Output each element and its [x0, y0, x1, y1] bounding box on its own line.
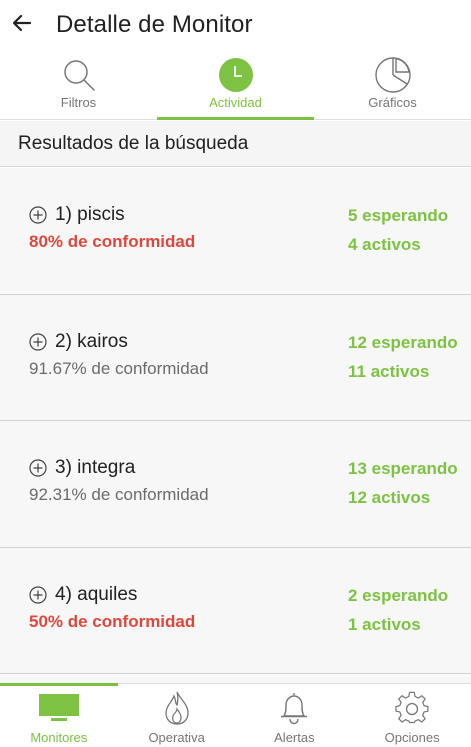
list-item[interactable]: 1) piscis 80% de conformidad 5 esperando…: [0, 168, 471, 295]
page-title: Detalle de Monitor: [56, 11, 253, 38]
results-title: Resultados de la búsqueda: [18, 132, 249, 154]
expand-plus-icon[interactable]: [29, 459, 47, 477]
active-count: 11 activos: [348, 361, 430, 381]
conformity-text: 80% de conformidad: [29, 232, 196, 251]
nav-label: Monitores: [30, 730, 88, 745]
tab-actividad[interactable]: Actividad: [157, 50, 314, 120]
bell-icon: [278, 690, 310, 726]
active-count: 1 activos: [348, 614, 421, 634]
app-header: Detalle de Monitor: [0, 0, 471, 50]
monitor-icon: [38, 690, 80, 726]
search-icon: [62, 56, 96, 94]
expand-plus-icon[interactable]: [29, 206, 47, 224]
tab-indicator: [157, 117, 314, 120]
arrow-left-icon: [10, 11, 34, 40]
monitor-name: 4) aquiles: [55, 583, 138, 605]
tab-filtros[interactable]: Filtros: [0, 50, 157, 120]
conformity-text: 50% de conformidad: [29, 611, 196, 631]
tab-indicator: [0, 117, 157, 120]
active-count: 4 activos: [348, 235, 421, 254]
results-header: Resultados de la búsqueda: [0, 121, 471, 167]
conformity-text: 91.67% de conformidad: [29, 358, 209, 378]
nav-operativa[interactable]: Operativa: [118, 684, 236, 747]
monitor-name: 2) kairos: [55, 330, 128, 352]
nav-indicator: [118, 683, 236, 686]
list-item[interactable]: 2) kairos 91.67% de conformidad 12 esper…: [0, 294, 471, 421]
waiting-count: 13 esperando: [348, 459, 458, 478]
waiting-count: 12 esperando: [348, 332, 458, 352]
tab-graficos[interactable]: Gráficos: [314, 50, 471, 120]
expand-plus-icon[interactable]: [29, 332, 47, 351]
tab-label: Filtros: [60, 95, 97, 110]
flame-icon: [164, 690, 190, 726]
list-item[interactable]: 4) aquiles 50% de conformidad 2 esperand…: [0, 547, 471, 674]
nav-label: Opciones: [384, 730, 440, 745]
tab-label: Gráficos: [368, 95, 417, 110]
conformity-text: 92.31% de conformidad: [29, 485, 209, 504]
pie-chart-icon: [374, 56, 412, 94]
list-item[interactable]: 3) integra 92.31% de conformidad 13 espe…: [0, 421, 471, 548]
monitor-name: 3) integra: [55, 457, 136, 478]
nav-monitores[interactable]: Monitores: [0, 683, 118, 747]
nav-indicator: [353, 683, 471, 686]
expand-plus-icon[interactable]: [29, 585, 47, 604]
nav-indicator: [0, 683, 118, 686]
results-list[interactable]: 1) piscis 80% de conformidad 5 esperando…: [0, 168, 471, 683]
monitor-name: 1) piscis: [55, 204, 125, 225]
active-count: 12 activos: [348, 488, 431, 507]
nav-alertas[interactable]: Alertas: [236, 684, 354, 747]
back-button[interactable]: [2, 5, 42, 45]
waiting-count: 5 esperando: [348, 206, 449, 225]
waiting-count: 2 esperando: [348, 585, 449, 605]
nav-label: Operativa: [148, 730, 205, 745]
nav-indicator: [236, 683, 354, 686]
nav-opciones[interactable]: Opciones: [353, 684, 471, 747]
tab-indicator: [314, 117, 471, 120]
nav-label: Alertas: [274, 730, 315, 745]
bottom-nav: Monitores Operativa Alertas Opciones: [0, 683, 471, 747]
clock-icon: [218, 56, 254, 94]
tab-label: Actividad: [209, 95, 262, 110]
gear-icon: [395, 690, 429, 726]
tab-bar: Filtros Actividad Gráficos: [0, 50, 471, 120]
